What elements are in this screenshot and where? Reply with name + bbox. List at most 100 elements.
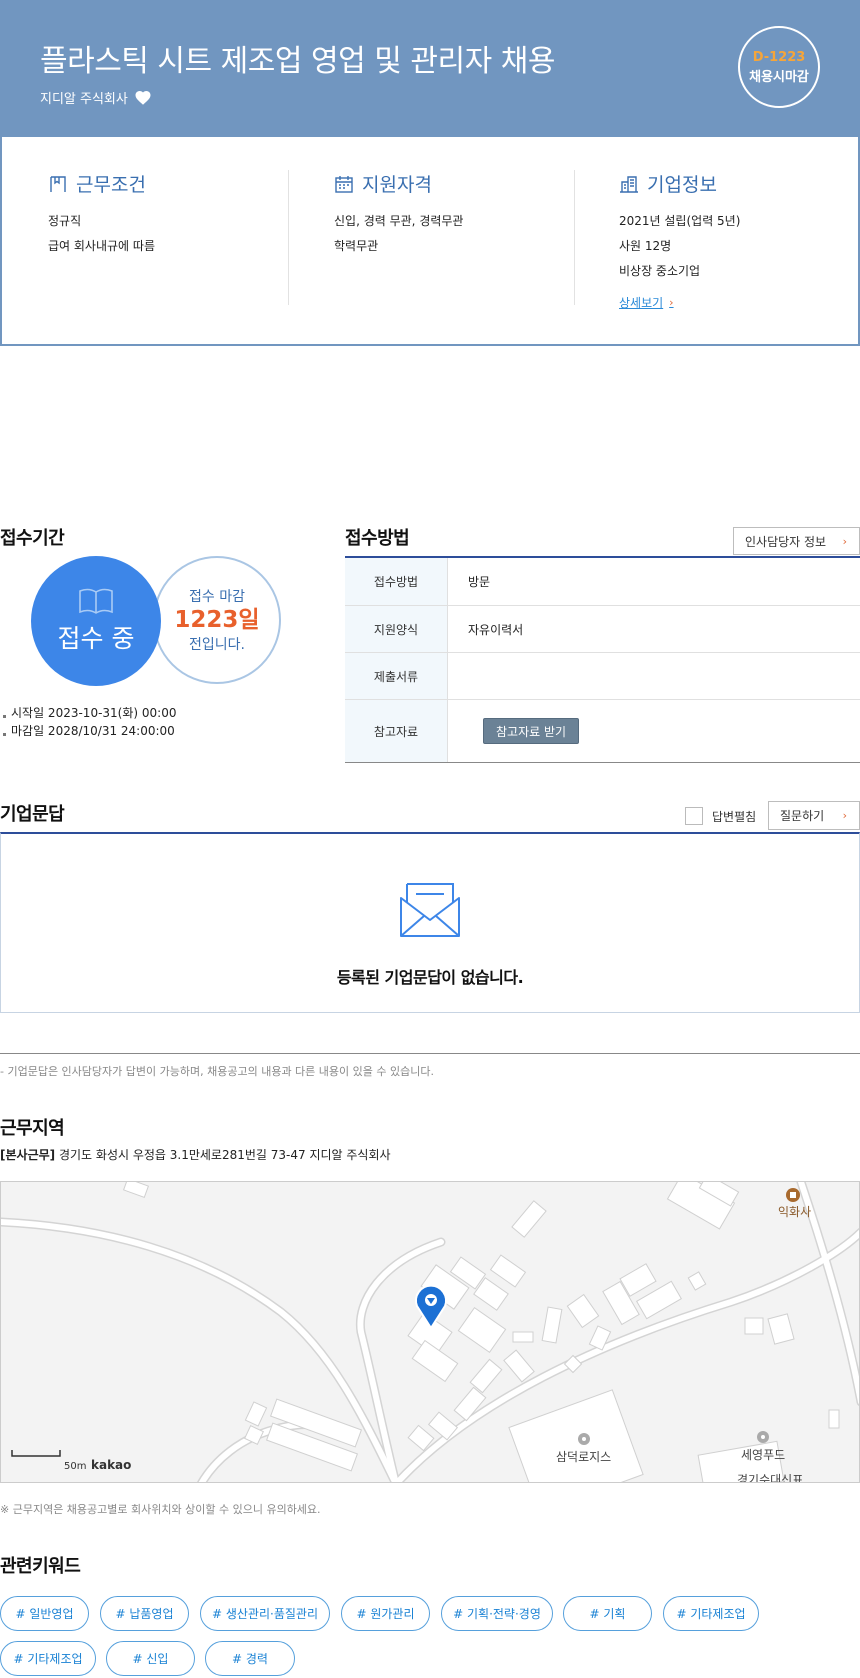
table-row: 제출서류 (345, 653, 860, 700)
job-summary: 근무조건 정규직 급여 회사내규에 따름 지원자격 신입, 경력 무관, 경력무… (0, 137, 860, 346)
deadline-type: 채용시마감 (749, 69, 809, 85)
deadline-line2: 전입니다. (189, 637, 245, 653)
keyword-tag[interactable]: # 경력 (205, 1641, 295, 1676)
status-label: 접수 중 (57, 624, 135, 653)
envelope-icon (400, 883, 460, 937)
table-row: 접수방법 방문 (345, 558, 860, 606)
keyword-tag[interactable]: # 원가관리 (341, 1596, 430, 1631)
qualification-line: 신입, 경력 무관, 경력무관 (334, 214, 464, 228)
company-info: 기업정보 2021년 설립(업력 5년) 사원 12명 비상장 중소기업 상세보… (619, 170, 839, 310)
map-scale: 50m (64, 1461, 87, 1472)
open-book-icon (79, 588, 113, 614)
qa-note: - 기업문답은 인사담당자가 답변이 가능하며, 채용공고의 내용과 다른 내용… (0, 1065, 434, 1078)
keyword-tag[interactable]: # 생산관리·품질관리 (200, 1596, 330, 1631)
qualification-line: 학력무관 (334, 239, 379, 253)
row-value: 참고자료 받기 (448, 700, 860, 762)
work-address: [본사근무] 경기도 화성시 우정읍 3.1만세로281번길 73-47 지디알… (0, 1146, 391, 1163)
chevron-right-icon: › (842, 534, 847, 548)
company-detail-link[interactable]: 상세보기 › (619, 294, 674, 311)
table-row: 참고자료 참고자료 받기 (345, 700, 860, 762)
divider (0, 1053, 860, 1054)
dday-count: D-1223 (752, 49, 806, 65)
map-canvas (1, 1182, 859, 1482)
qa-empty-message: 등록된 기업문답이 없습니다. (336, 968, 524, 987)
map-label: 익화사 (778, 1205, 812, 1219)
poi-marker-icon (578, 1433, 590, 1445)
calendar-icon (335, 175, 353, 193)
company-info-heading: 기업정보 (619, 170, 839, 197)
qualifications-title: 지원자격 (362, 174, 432, 196)
expand-answers-checkbox[interactable] (685, 807, 703, 825)
row-label: 제출서류 (345, 653, 448, 699)
scale-bar (11, 1450, 61, 1457)
status-circle: 접수 중 (31, 556, 161, 686)
keyword-tag[interactable]: # 일반영업 (0, 1596, 89, 1631)
method-table: 접수방법 방문 지원양식 자유이력서 제출서류 참고자료 참고자료 받기 (345, 556, 860, 763)
divider (574, 170, 575, 305)
map-label: 세영푸드 (741, 1448, 786, 1462)
work-conditions-title: 근무조건 (76, 174, 146, 196)
book-bookmark-icon (50, 175, 66, 192)
job-title: 플라스틱 시트 제조업 영업 및 관리자 채용 (40, 44, 555, 79)
map-provider: kakao (91, 1458, 132, 1472)
hr-contact-label: 인사담당자 정보 (745, 534, 827, 549)
end-date: 마감일 2028/10/31 24:00:00 (2, 722, 176, 740)
chevron-right-icon: › (669, 296, 674, 309)
work-conditions: 근무조건 정규직 급여 회사내규에 따름 (48, 170, 288, 305)
work-conditions-heading: 근무조건 (48, 170, 288, 197)
period-dates: 시작일 2023-10-31(화) 00:00 마감일 2028/10/31 2… (2, 704, 176, 740)
download-reference-button[interactable]: 참고자료 받기 (483, 718, 580, 744)
keyword-tag[interactable]: # 기타제조업 (0, 1641, 96, 1676)
company-info-line: 2021년 설립(업력 5년) (619, 214, 741, 228)
hr-contact-button[interactable]: 인사담당자 정보 › (733, 527, 860, 555)
row-label: 참고자료 (345, 700, 448, 762)
map-buildings (122, 1182, 840, 1482)
address-text: 경기도 화성시 우정읍 3.1만세로281번길 73-47 지디알 주식회사 (58, 1148, 391, 1162)
row-label: 지원양식 (345, 606, 448, 652)
row-value (448, 653, 860, 699)
keyword-tag[interactable]: # 납품영업 (100, 1596, 189, 1631)
row-label: 접수방법 (345, 558, 448, 605)
expand-answers-label: 답변펼침 (712, 810, 757, 824)
deadline-days: 1223일 (174, 607, 260, 633)
company-info-line: 사원 12명 (619, 239, 672, 253)
chevron-right-icon: › (842, 809, 847, 822)
dday-badge: D-1223 채용시마감 (738, 26, 820, 108)
qualifications-heading: 지원자격 (334, 170, 574, 197)
deadline-circle: 접수 마감 1223일 전입니다. (153, 556, 281, 684)
poi-marker-icon (786, 1188, 800, 1202)
keyword-tag[interactable]: # 기타제조업 (663, 1596, 759, 1631)
map-label: 경기수대신표 (737, 1473, 804, 1483)
building-icon (620, 175, 638, 193)
qa-title: 기업문답 (0, 804, 65, 825)
location-note: ※ 근무지역은 채용공고별로 회사위치와 상이할 수 있으니 유의하세요. (0, 1503, 321, 1516)
company-detail-label: 상세보기 (619, 296, 664, 310)
ask-question-button[interactable]: 질문하기 › (768, 801, 860, 830)
period-title: 접수기간 (0, 528, 65, 549)
table-row: 지원양식 자유이력서 (345, 606, 860, 653)
row-value: 자유이력서 (468, 622, 524, 637)
keyword-tag[interactable]: # 신입 (106, 1641, 195, 1676)
company-info-line: 비상장 중소기업 (619, 264, 701, 278)
map-label: 삼덕로지스 (556, 1450, 612, 1464)
company-line: 지디알 주식회사 (40, 88, 152, 107)
heart-icon[interactable] (134, 89, 152, 107)
poi-marker-icon (757, 1431, 769, 1443)
work-line: 급여 회사내규에 따름 (48, 239, 155, 253)
location-title: 근무지역 (0, 1118, 65, 1139)
keywords-title: 관련키워드 (0, 1556, 81, 1577)
method-title: 접수방법 (345, 528, 410, 549)
location-map[interactable]: 익화사 삼덕로지스 세영푸드 경기수대신표 50m kakao (0, 1181, 860, 1483)
qualifications: 지원자격 신입, 경력 무관, 경력무관 학력무관 (334, 170, 574, 305)
ask-question-label: 질문하기 (780, 809, 825, 823)
address-tag: [본사근무] (0, 1148, 56, 1162)
work-line: 정규직 (48, 214, 82, 228)
company-name[interactable]: 지디알 주식회사 (40, 88, 128, 107)
qa-list: 등록된 기업문답이 없습니다. (0, 832, 860, 1013)
row-value: 방문 (468, 575, 491, 589)
keyword-tag[interactable]: # 기획 (563, 1596, 652, 1631)
divider (288, 170, 289, 305)
start-date: 시작일 2023-10-31(화) 00:00 (2, 704, 176, 722)
keyword-tag[interactable]: # 기획·전략·경영 (441, 1596, 553, 1631)
company-info-title: 기업정보 (647, 174, 717, 196)
